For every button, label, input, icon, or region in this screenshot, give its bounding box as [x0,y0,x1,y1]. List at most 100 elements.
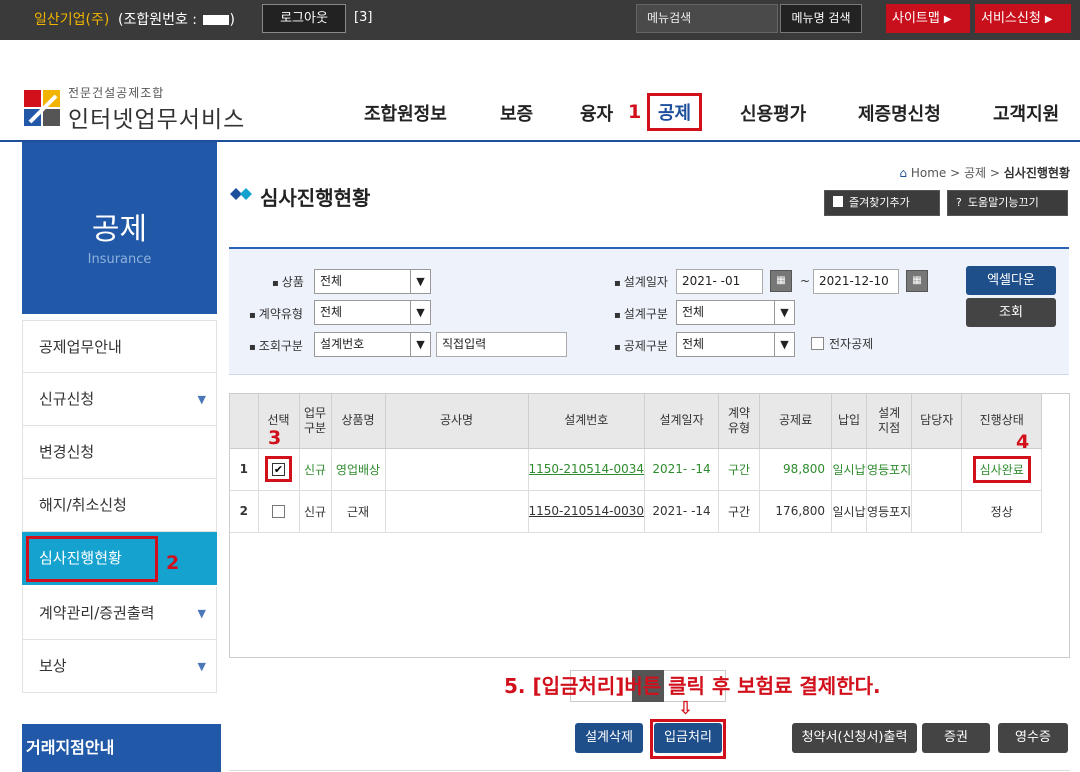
search-button[interactable]: 조회 [966,298,1056,327]
breadcrumb: ⌂ Home > 공제 > 심사진행현황 [899,166,1070,180]
design-date-label: 설계일자 [614,273,668,290]
insurance-type-label: 공제구분 [614,337,668,354]
design-type-select[interactable]: 전체 ▼ [676,300,795,325]
col-design-no: 설계번호 [528,394,646,449]
help-toggle-button[interactable]: ? 도움말기능끄기 [947,190,1068,216]
notification-count: [3] [354,10,373,25]
play-icon: ▶ [943,14,952,25]
chevron-down-icon: ▼ [410,270,430,293]
gnav-credit-rating[interactable]: 신용평가 [740,100,806,126]
top-bar: 일산기업(주) (조합원번호 : ) 로그아웃 [3] 메뉴검색 메뉴명 검색 … [0,0,1080,40]
annotation-1: 1 [628,101,642,123]
col-premium: 공제료 [759,394,833,449]
date-range-tilde: ~ [800,274,811,288]
chevron-down-icon: ▼ [197,660,206,673]
arrow-down-icon: ⇩ [678,698,694,719]
results-table: 선택 업무 구분 상품명 공사명 설계번호 설계일자 계약 유형 공제료 납입 설계… [230,394,1043,533]
product-label: 상품 [272,273,304,290]
product-select[interactable]: 전체 ▼ [314,269,431,294]
sidebar-item-cancel[interactable]: 해지/취소신청 [22,479,217,532]
logo-title[interactable]: 인터넷업무서비스 [68,100,245,134]
sidebar-item-new[interactable]: 신규신청 ▼ [22,373,217,426]
deposit-button[interactable]: 입금처리 [654,723,722,753]
menu-search-input[interactable]: 메뉴검색 [636,4,778,33]
sitemap-button[interactable]: 사이트맵 ▶ [886,4,970,33]
service-request-button[interactable]: 서비스신청 ▶ [975,4,1071,33]
chevron-down-icon: ▼ [197,393,206,406]
member-number-mask [203,15,230,25]
calendar-icon[interactable]: ▦ [906,270,928,292]
insurance-type-select[interactable]: 전체 ▼ [676,332,795,357]
logo-subtitle: 전문건설공제조합 [68,86,165,100]
gnav-certificate[interactable]: 제증명신청 [858,100,941,126]
query-type-select[interactable]: 설계번호 ▼ [314,332,431,357]
footer-divider [229,770,1070,771]
chevron-down-icon: ▼ [774,301,794,324]
date-to-input[interactable]: 2021-12-10 [813,269,899,294]
menu-search-button[interactable]: 메뉴명 검색 [780,4,862,33]
bookmark-button[interactable]: 즐겨찾기추가 [824,190,940,216]
design-type-label: 설계구분 [614,305,668,322]
excel-download-button[interactable]: 엑셀다운 [966,266,1056,295]
date-from-input[interactable]: 2021- -01 [676,269,763,294]
electronic-checkbox[interactable] [811,337,824,350]
results-grid: 선택 업무 구분 상품명 공사명 설계번호 설계일자 계약 유형 공제료 납입 설계… [229,393,1070,658]
breadcrumb-home[interactable]: Home [911,166,946,180]
gnav-member-info[interactable]: 조합원정보 [364,100,447,126]
delete-design-button[interactable]: 설계삭제 [575,723,643,753]
gnav-loan[interactable]: 융자 [580,100,613,126]
design-number-link[interactable]: 1150-210514-0030 [528,490,646,533]
annotation-3: 3 [268,427,282,449]
row-checkbox[interactable] [272,505,285,518]
logo-icon[interactable] [24,90,62,128]
contract-type-select[interactable]: 전체 ▼ [314,300,431,325]
company-name: 일산기업(주) [34,12,110,28]
status-text: 정상 [961,490,1043,533]
chevron-down-icon: ▼ [410,301,430,324]
breadcrumb-insurance[interactable]: 공제 [964,166,986,180]
table-row[interactable]: 2 신규 근재 1150-210514-0030 2021- -14 구간 17… [230,490,1043,533]
col-payment: 납입 [831,394,868,449]
design-number-link[interactable]: 1150-210514-0034 [528,448,646,491]
col-product: 상품명 [331,394,386,449]
page-title: 심사진행현황 [260,186,371,210]
member-number: (조합원번호 : ) [118,12,235,28]
annotation-4: 4 [1016,431,1030,453]
sidebar-title: 공제 Insurance [22,142,217,314]
col-contract: 계약 유형 [718,394,761,449]
query-type-label: 조회구분 [249,337,303,354]
logout-button[interactable]: 로그아웃 [262,4,346,33]
contract-type-label: 계약유형 [249,305,303,322]
table-row[interactable]: 1 ✔ 신규 영업배상 1150-210514-0034 2021- -14 구… [230,448,1043,491]
print-application-button[interactable]: 청약서(신청서)출력 [792,723,917,753]
annotation-box-sidebar [26,536,158,582]
row-checkbox-checked[interactable]: ✔ [272,463,285,476]
gnav-insurance[interactable]: 공제 [647,93,703,131]
home-icon: ⌂ [899,166,908,180]
col-manager: 담당자 [911,394,963,449]
chevron-down-icon: ▼ [197,607,206,620]
project-name [385,448,529,491]
play-icon: ▶ [1044,14,1053,25]
col-design-date: 설계일자 [644,394,720,449]
table-header: 선택 업무 구분 상품명 공사명 설계번호 설계일자 계약 유형 공제료 납입 설계… [230,394,1043,449]
logo-slash [28,94,58,124]
annotation-2: 2 [166,552,180,574]
gnav-support[interactable]: 고객지원 [993,100,1059,126]
chevron-down-icon: ▼ [774,333,794,356]
title-diamond-icon [230,188,252,200]
instruction-annotation: 5. [입금처리]버튼 클릭 후 보험료 결제한다. [504,674,881,698]
status-badge: 심사완료 [972,455,1031,483]
branch-info-button[interactable]: 거래지점안내 [22,724,221,772]
sidebar-item-contract[interactable]: 계약관리/증권출력 ▼ [22,587,217,640]
policy-button[interactable]: 증권 [922,723,990,753]
gnav-guarantee[interactable]: 보증 [500,100,533,126]
sidebar-item-change[interactable]: 변경신청 [22,426,217,479]
receipt-button[interactable]: 영수증 [998,723,1068,753]
calendar-icon[interactable]: ▦ [770,270,792,292]
sidebar-item-guide[interactable]: 공제업무안내 [22,320,217,373]
col-status: 진행상태 [961,394,1043,449]
query-input[interactable]: 직접입력 [436,332,567,357]
sidebar-item-compensation[interactable]: 보상 ▼ [22,640,217,693]
col-work-type: 업무 구분 [299,394,332,449]
